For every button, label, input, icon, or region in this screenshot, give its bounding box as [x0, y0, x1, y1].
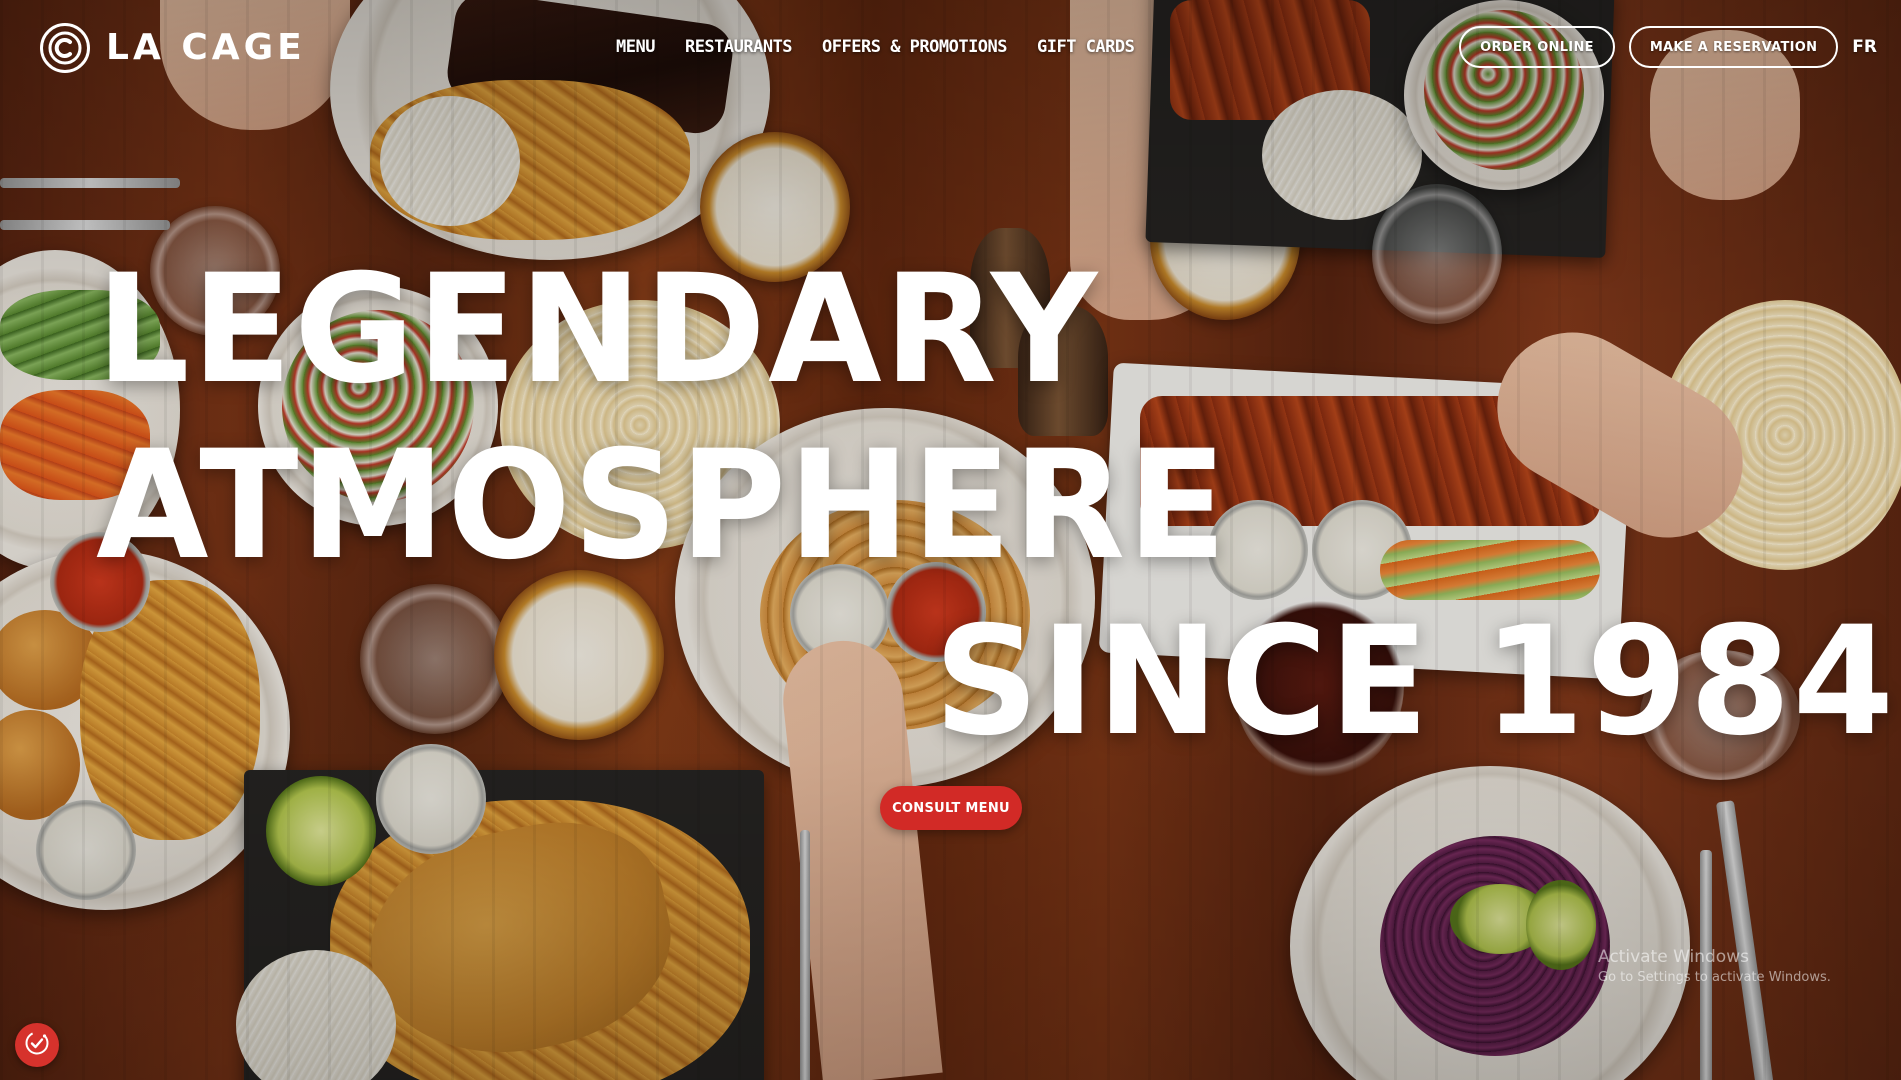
site-header: LA CAGE MENU RESTAURANTS OFFERS & PROMOT… [0, 0, 1901, 96]
hero-line-2: ATMOSPHERE [96, 419, 1229, 593]
consult-menu-button[interactable]: CONSULT MENU [880, 786, 1022, 830]
nav-item-offers-promotions[interactable]: OFFERS & PROMOTIONS [822, 36, 1007, 58]
hero-line-1: LEGENDARY [96, 243, 1100, 417]
cookie-settings-icon [23, 1029, 51, 1061]
nav-item-restaurants[interactable]: RESTAURANTS [685, 36, 793, 58]
order-online-button[interactable]: ORDER ONLINE [1459, 26, 1615, 68]
brand-logo-link[interactable]: LA CAGE [40, 23, 306, 73]
page: LA CAGE MENU RESTAURANTS OFFERS & PROMOT… [0, 0, 1901, 1080]
nav-item-menu[interactable]: MENU [616, 36, 655, 58]
circle-c-logo-icon [40, 23, 90, 73]
hero-line-3: SINCE 1984 [934, 595, 1896, 769]
make-reservation-button[interactable]: MAKE A RESERVATION [1628, 26, 1839, 68]
brand-name: LA CAGE [106, 27, 306, 68]
nav-item-gift-cards[interactable]: GIFT CARDS [1037, 36, 1135, 58]
language-switch-link[interactable]: FR [1852, 37, 1877, 57]
main-nav: MENU RESTAURANTS OFFERS & PROMOTIONS GIF… [616, 36, 1135, 58]
cookie-settings-button[interactable] [15, 1023, 59, 1067]
header-actions: ORDER ONLINE MAKE A RESERVATION FR [1459, 26, 1877, 68]
